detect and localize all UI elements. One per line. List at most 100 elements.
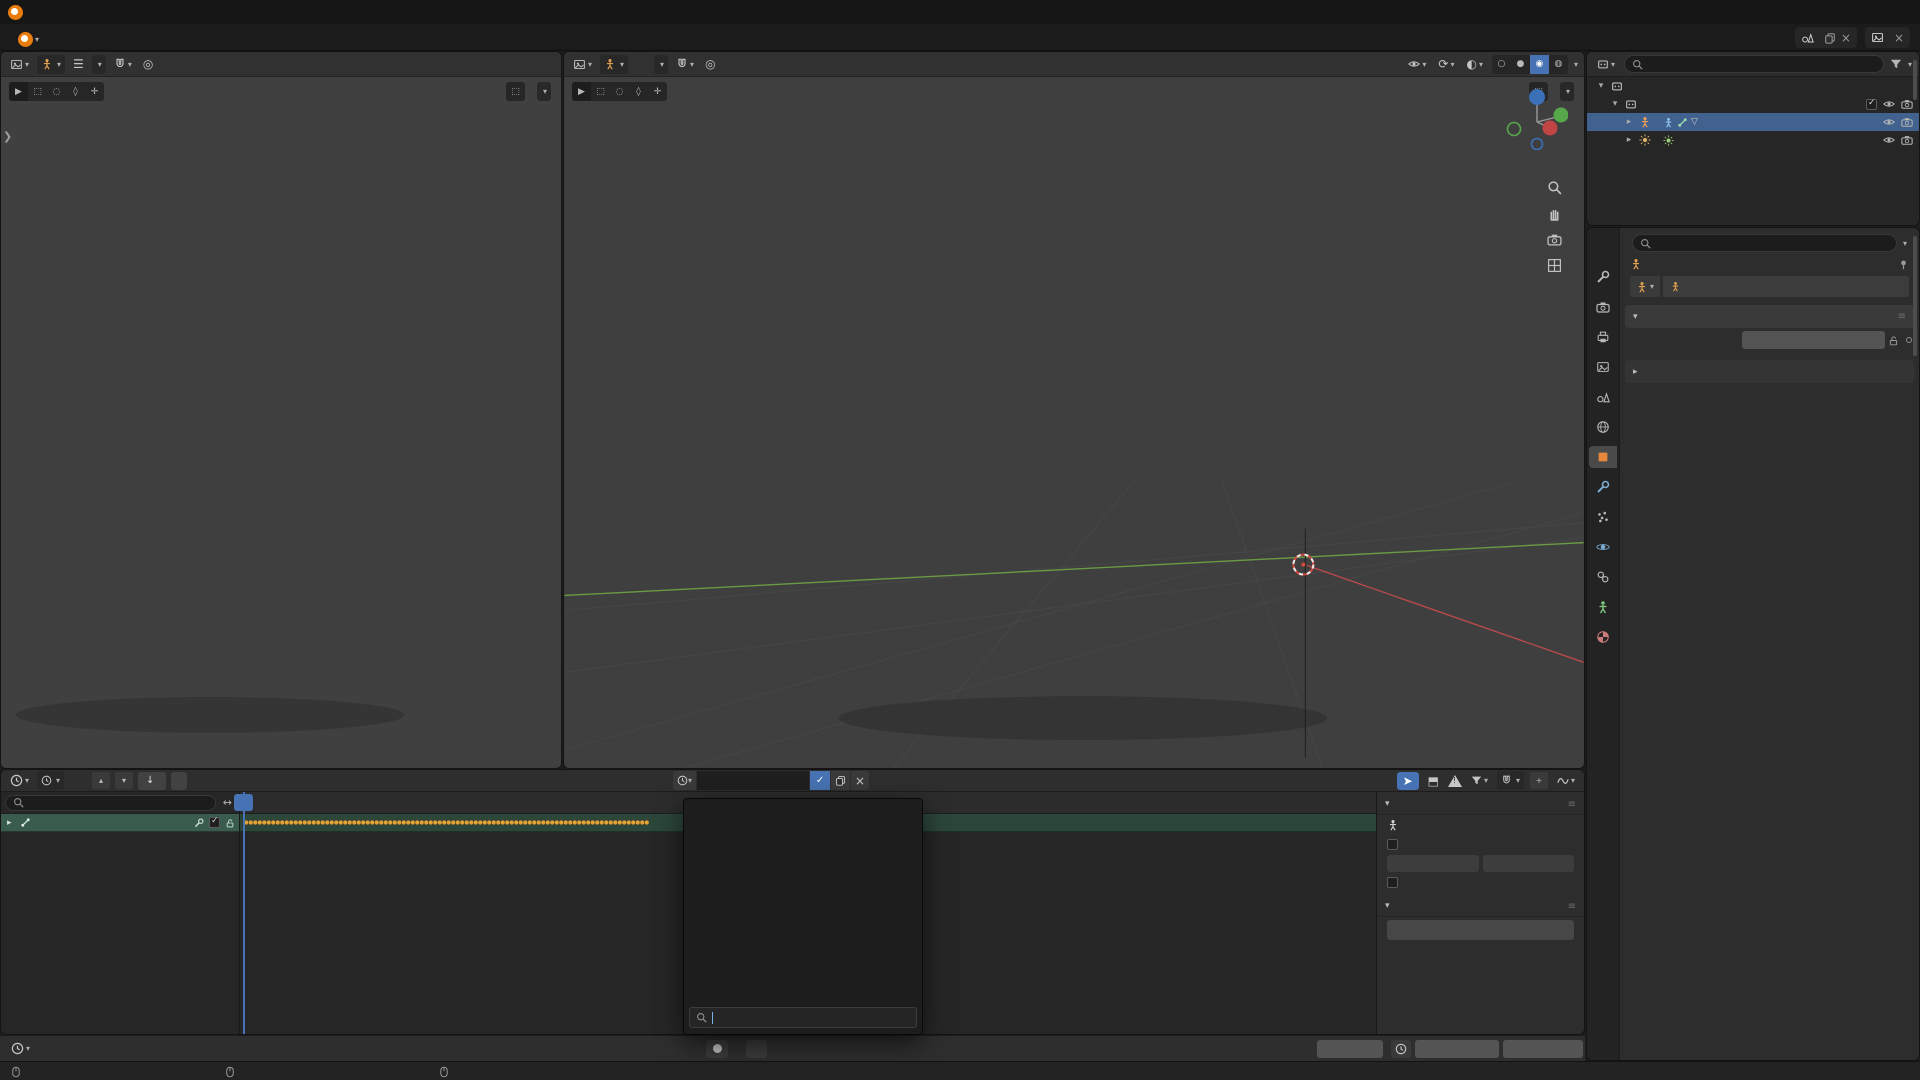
menu-item[interactable]	[45, 42, 63, 50]
channel-search-input[interactable]	[5, 795, 216, 811]
unlink-scene-button[interactable]: ×	[1841, 31, 1851, 45]
expand-caret[interactable]: ▾	[1595, 81, 1607, 91]
expand-caret[interactable]: ▸	[1623, 117, 1635, 127]
manual-frame-range-row[interactable]	[1377, 835, 1584, 854]
proportional-edit-toggle[interactable]: ◎	[140, 55, 156, 74]
properties-tab-tool[interactable]	[1589, 266, 1617, 288]
create-pose-asset-header[interactable]: ▾ ≡	[1377, 896, 1584, 917]
snap-toggle[interactable]: ▾	[673, 55, 697, 74]
snap-toggle[interactable]: ▾	[111, 55, 135, 74]
add-workspace-button[interactable]	[111, 40, 127, 50]
expand-caret[interactable]: ▾	[1609, 99, 1621, 109]
lock-icon[interactable]	[225, 818, 235, 828]
expand-caret[interactable]	[7, 818, 17, 828]
id-type-dropdown[interactable]: ▾	[1630, 276, 1660, 297]
browse-action-button[interactable]: ▾	[673, 771, 696, 790]
shading-rendered[interactable]: ◍	[1549, 55, 1568, 74]
dopesheet-menu-item[interactable]	[69, 777, 87, 785]
fake-user-toggle[interactable]: ✓	[810, 771, 830, 790]
transport-button[interactable]	[746, 1040, 767, 1058]
viewlayer-selector[interactable]: ×	[1865, 27, 1910, 48]
action-name-field[interactable]	[697, 771, 809, 790]
properties-tab-data[interactable]	[1589, 596, 1617, 618]
editor-type-button[interactable]: ▾	[570, 55, 595, 74]
show-only-selected-toggle[interactable]: ▾	[1405, 55, 1429, 74]
camera-icon[interactable]	[1901, 116, 1913, 128]
fit-filter-icon[interactable]: ↔	[220, 796, 235, 809]
transform-orientation-selector[interactable]: ▾	[654, 55, 668, 74]
proportional-edit-button[interactable]: +	[1530, 772, 1548, 789]
snap-mode-dropdown[interactable]: ▾	[1497, 771, 1524, 790]
mode-selector[interactable]: ▾	[37, 55, 65, 74]
camera-icon[interactable]	[1901, 134, 1913, 146]
xray-icon[interactable]: ⬚	[506, 82, 525, 101]
editor-type-button[interactable]: ▾	[8, 1039, 33, 1058]
action-panel-header[interactable]: ▾ ≡	[1377, 794, 1584, 815]
mode-selector[interactable]: ▾	[600, 55, 628, 74]
shading-material-preview[interactable]: ◉	[1530, 55, 1549, 74]
camera-icon[interactable]	[1901, 98, 1913, 110]
expand-caret[interactable]: ▸	[1623, 135, 1635, 145]
properties-tab-constraints[interactable]	[1589, 566, 1617, 588]
cursor-tool[interactable]: ✛	[85, 82, 104, 101]
properties-section-header[interactable]: ▸	[1625, 360, 1914, 383]
transform-orientation-selector[interactable]: ▾	[92, 55, 106, 74]
editor-type-button[interactable]: ▾	[7, 55, 32, 74]
filter-icon[interactable]	[1890, 58, 1902, 70]
shading-wireframe[interactable]: ○	[1492, 55, 1511, 74]
properties-tab-output[interactable]	[1589, 326, 1617, 348]
viewport-menu-item[interactable]	[633, 61, 649, 67]
channel-row[interactable]	[1, 814, 239, 832]
outliner-scrollbar[interactable]	[1913, 60, 1917, 100]
action-dropdown-item[interactable]	[687, 802, 919, 821]
properties-tab-scene[interactable]	[1589, 386, 1617, 408]
camera-view-icon[interactable]	[1547, 232, 1562, 247]
remove-viewlayer-button[interactable]: ×	[1894, 31, 1904, 45]
toggle-perspective-icon[interactable]	[1547, 258, 1562, 273]
playhead-line[interactable]	[243, 792, 245, 1034]
pin-icon[interactable]	[1898, 259, 1909, 270]
shading-solid[interactable]: ●	[1511, 55, 1530, 74]
transform-panel-header[interactable]: ▾ ≡	[1625, 305, 1914, 328]
select-box-tool[interactable]: ⬚	[591, 82, 610, 101]
properties-tab-material[interactable]	[1589, 626, 1617, 648]
outliner-row-scene-collection[interactable]: ▾	[1587, 77, 1919, 95]
viewport-left-canvas[interactable]	[1, 52, 561, 768]
action-search-input[interactable]	[689, 1007, 917, 1028]
select-lasso-tool[interactable]: ◊	[629, 82, 648, 101]
layer-up-button[interactable]: ▴	[92, 772, 110, 789]
properties-tab-render[interactable]	[1589, 296, 1617, 318]
properties-options-chevron[interactable]: ▾	[1903, 239, 1907, 248]
outliner-row-sun[interactable]: ▸	[1587, 131, 1919, 149]
only-selected-toggle[interactable]: ➤	[1397, 772, 1419, 790]
properties-tab-physics[interactable]	[1589, 536, 1617, 558]
playback-menu-item[interactable]	[33, 1046, 49, 1052]
collection-exclude-checkbox[interactable]	[1866, 99, 1877, 110]
outliner-row-armature[interactable]: ▸ ▽	[1587, 113, 1919, 131]
layer-down-button[interactable]: ▾	[115, 772, 133, 789]
lock-icon[interactable]	[1885, 335, 1902, 346]
tweak-tool[interactable]: ▶	[9, 82, 28, 101]
dopesheet-mode-selector[interactable]: ▾	[37, 771, 64, 790]
cursor-tool[interactable]: ✛	[648, 82, 667, 101]
select-lasso-tool[interactable]: ◊	[66, 82, 85, 101]
pan-hand-icon[interactable]	[1547, 206, 1562, 221]
properties-search-input[interactable]	[1632, 234, 1897, 252]
overlays-toggle[interactable]: ◐▾	[1463, 55, 1486, 74]
properties-tab-object[interactable]	[1589, 446, 1617, 468]
current-frame-badge[interactable]	[234, 794, 253, 811]
preview-range-button[interactable]	[1391, 1040, 1411, 1058]
eye-icon[interactable]	[1883, 116, 1895, 128]
properties-tab-modifiers[interactable]	[1589, 476, 1617, 498]
window-control-button[interactable]	[1886, 0, 1920, 24]
select-box-tool[interactable]: ⬚	[28, 82, 47, 101]
new-action-button[interactable]	[831, 771, 850, 790]
end-frame-field[interactable]	[1483, 855, 1575, 872]
viewport-right[interactable]: ▾ ▾ ▾ ▾ ◎ ▾ ⟳▾ ◐▾ ○ ● ◉ ◍ ▾	[563, 51, 1585, 769]
navigation-gizmo[interactable]	[1506, 88, 1568, 153]
unlink-action-button[interactable]: ×	[851, 771, 869, 790]
select-circle-tool[interactable]: ◌	[610, 82, 629, 101]
zoom-icon[interactable]	[1547, 180, 1562, 195]
workspace-tab[interactable]	[89, 40, 111, 50]
viewport-left[interactable]: ▾ ▾ ☰ ▾ ▾ ◎ ▶ ⬚ ◌ ◊ ✛ ⬚ ▾ ❯	[0, 51, 562, 769]
